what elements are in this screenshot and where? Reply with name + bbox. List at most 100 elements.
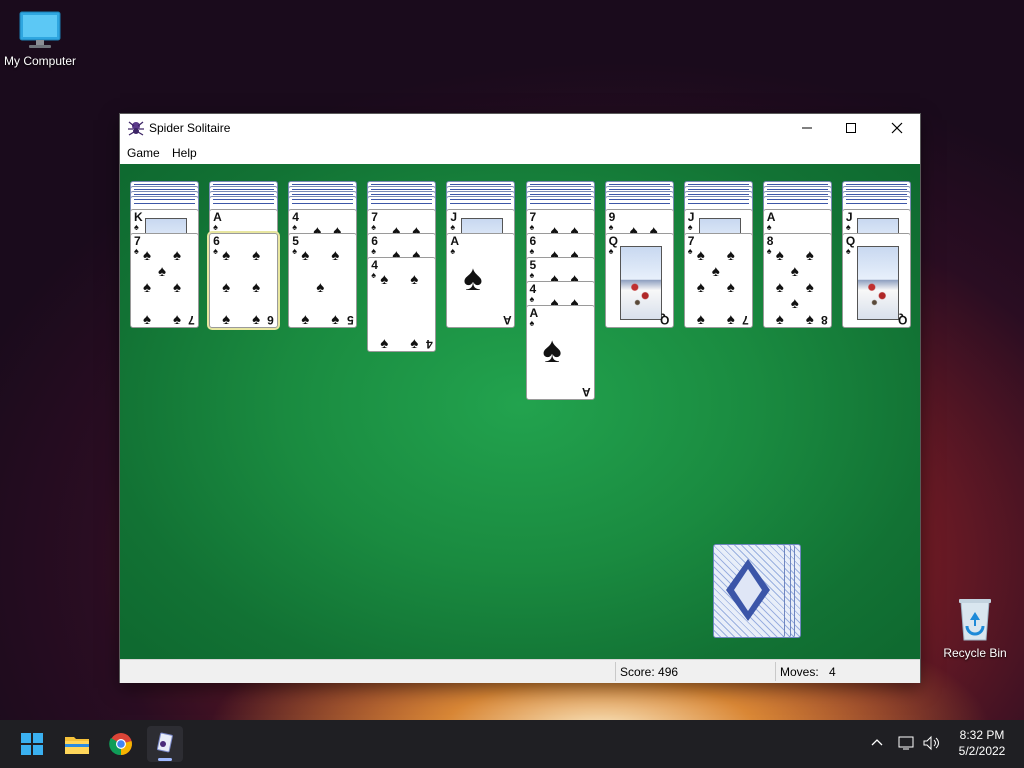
spade-icon: ♠ bbox=[542, 329, 562, 370]
menu-game[interactable]: Game bbox=[127, 146, 160, 160]
spade-icon: ♠ bbox=[529, 222, 535, 232]
spade-icon: ♠ bbox=[371, 246, 377, 256]
spade-icon: ♠ bbox=[252, 247, 261, 264]
spade-icon: ♠ bbox=[687, 246, 693, 256]
start-button[interactable] bbox=[14, 726, 50, 762]
spade-icon: ♠ bbox=[410, 271, 419, 288]
chevron-up-icon bbox=[871, 739, 883, 746]
spade-icon: ♠ bbox=[292, 246, 297, 256]
volume-button[interactable] bbox=[922, 735, 940, 754]
spade-icon: ♠ bbox=[134, 246, 139, 256]
playing-card[interactable]: A ♠ ♠ A bbox=[446, 233, 516, 328]
spider-solitaire-taskbar-button[interactable] bbox=[147, 726, 183, 762]
spade-icon: ♠ bbox=[696, 247, 705, 264]
card-rank: Q bbox=[897, 313, 907, 327]
chrome-button[interactable] bbox=[103, 726, 139, 762]
spade-icon: ♠ bbox=[766, 222, 772, 232]
status-bar: Score: 496 Moves: 4 bbox=[120, 659, 920, 683]
spade-icon: ♠ bbox=[790, 263, 799, 280]
playing-card[interactable]: 5 ♠ ♠ ♠ ♠ ♠ ♠ 5 bbox=[288, 233, 358, 328]
spade-icon: ♠ bbox=[529, 318, 535, 328]
spade-icon: ♠ bbox=[252, 279, 261, 296]
card-rank: Q bbox=[660, 313, 670, 327]
desktop-icon-label: My Computer bbox=[3, 54, 77, 68]
clock[interactable]: 8:32 PM 5/2/2022 bbox=[950, 728, 1014, 758]
spade-icon: ♠ bbox=[450, 222, 456, 232]
face-card-art bbox=[619, 246, 662, 320]
close-icon bbox=[891, 122, 903, 134]
playing-card[interactable]: A ♠ ♠ A bbox=[525, 305, 595, 400]
spade-icon: ♠ bbox=[775, 311, 784, 328]
spade-icon: ♠ bbox=[410, 335, 419, 352]
game-table[interactable]: K ♠ 7 ♠ ♠ ♠ ♠ ♠ ♠ ♠ ♠ 7 A ♠ 6 ♠ ♠ ♠ ♠ ♠ ♠ ♠ 6 4 ♠ ♠ ♠ 5 ♠ ♠ ♠ ♠ ♠ ♠ 5 7 ♠ ♠ ♠ 6… bbox=[120, 164, 920, 659]
card-rank: 7 bbox=[742, 313, 749, 327]
network-button[interactable] bbox=[898, 735, 916, 754]
spade-icon: ♠ bbox=[252, 311, 261, 328]
score-text: Score: 496 bbox=[620, 665, 679, 679]
spade-icon: ♠ bbox=[143, 311, 151, 328]
spade-icon: ♠ bbox=[790, 295, 799, 312]
computer-icon bbox=[19, 11, 61, 48]
spade-icon: ♠ bbox=[143, 279, 151, 296]
spade-icon: ♠ bbox=[805, 279, 814, 296]
spade-icon: ♠ bbox=[173, 279, 181, 296]
spade-icon: ♠ bbox=[775, 247, 784, 264]
taskbar: 8:32 PM 5/2/2022 bbox=[0, 720, 1024, 768]
spider-app-icon bbox=[128, 121, 144, 136]
spider-solitaire-window: Spider Solitaire Game Help K ♠ 7 ♠ ♠ ♠ ♠ ♠ ♠ ♠ ♠ 7 A… bbox=[120, 114, 920, 683]
show-hidden-icons-button[interactable] bbox=[870, 736, 884, 750]
playing-card[interactable]: 8 ♠ ♠ ♠ ♠ ♠ ♠ ♠ ♠ ♠ 8 bbox=[762, 233, 832, 328]
spade-icon: ♠ bbox=[371, 270, 377, 280]
desktop-icon-my-computer[interactable]: My Computer bbox=[2, 10, 78, 68]
spade-icon: ♠ bbox=[158, 263, 166, 280]
spade-icon: ♠ bbox=[696, 279, 705, 296]
card-rank: A bbox=[502, 313, 512, 327]
playing-card[interactable]: 6 ♠ ♠ ♠ ♠ ♠ ♠ ♠ 6 bbox=[209, 233, 279, 328]
start-icon bbox=[21, 733, 43, 755]
clock-date: 5/2/2022 bbox=[958, 744, 1006, 758]
maximize-button[interactable] bbox=[828, 114, 874, 142]
spade-icon: ♠ bbox=[173, 247, 181, 264]
stock-pile-top[interactable] bbox=[713, 544, 785, 638]
playing-card[interactable]: Q ♠ Q bbox=[604, 233, 674, 328]
spade-icon: ♠ bbox=[775, 279, 784, 296]
spade-icon: ♠ bbox=[711, 263, 720, 280]
spade-icon: ♠ bbox=[316, 279, 325, 296]
playing-card[interactable]: 7 ♠ ♠ ♠ ♠ ♠ ♠ ♠ ♠ 7 bbox=[683, 233, 753, 328]
menu-help[interactable]: Help bbox=[172, 146, 197, 160]
file-explorer-button[interactable] bbox=[59, 726, 95, 762]
card-rank: A bbox=[581, 385, 591, 399]
window-title: Spider Solitaire bbox=[149, 121, 231, 135]
network-icon bbox=[898, 736, 914, 750]
card-rank: 4 bbox=[425, 337, 433, 351]
maximize-icon bbox=[846, 123, 856, 133]
playing-card[interactable]: Q ♠ Q bbox=[841, 233, 911, 328]
spade-icon: ♠ bbox=[213, 222, 218, 232]
minimize-button[interactable] bbox=[784, 114, 830, 142]
desktop-icon-label: Recycle Bin bbox=[943, 646, 1007, 660]
title-bar[interactable]: Spider Solitaire bbox=[120, 114, 920, 142]
spade-icon: ♠ bbox=[726, 247, 735, 264]
spade-icon: ♠ bbox=[529, 270, 535, 280]
recycle-bin-icon bbox=[959, 599, 991, 641]
spade-icon: ♠ bbox=[726, 311, 735, 328]
spade-icon: ♠ bbox=[529, 246, 535, 256]
spade-icon: ♠ bbox=[845, 222, 851, 232]
clock-time: 8:32 PM bbox=[959, 728, 1005, 742]
face-card-art bbox=[856, 246, 899, 320]
playing-card[interactable]: 4 ♠ ♠ ♠ ♠ ♠ 4 bbox=[367, 257, 437, 352]
spade-icon: ♠ bbox=[371, 222, 377, 232]
card-rank: 5 bbox=[346, 313, 354, 327]
moves-label: Moves: bbox=[780, 665, 819, 679]
spade-icon: ♠ bbox=[213, 246, 218, 256]
playing-card[interactable]: 7 ♠ ♠ ♠ ♠ ♠ ♠ ♠ ♠ 7 bbox=[130, 233, 199, 328]
spade-icon: ♠ bbox=[222, 279, 231, 296]
desktop-icon-recycle-bin[interactable]: Recycle Bin bbox=[940, 596, 1010, 660]
spade-icon: ♠ bbox=[173, 311, 181, 328]
moves-value: 4 bbox=[829, 665, 836, 679]
card-rank: 6 bbox=[267, 313, 275, 327]
close-button[interactable] bbox=[874, 114, 920, 142]
spade-icon: ♠ bbox=[687, 222, 693, 232]
spade-icon: ♠ bbox=[766, 246, 772, 256]
spade-icon: ♠ bbox=[222, 311, 231, 328]
